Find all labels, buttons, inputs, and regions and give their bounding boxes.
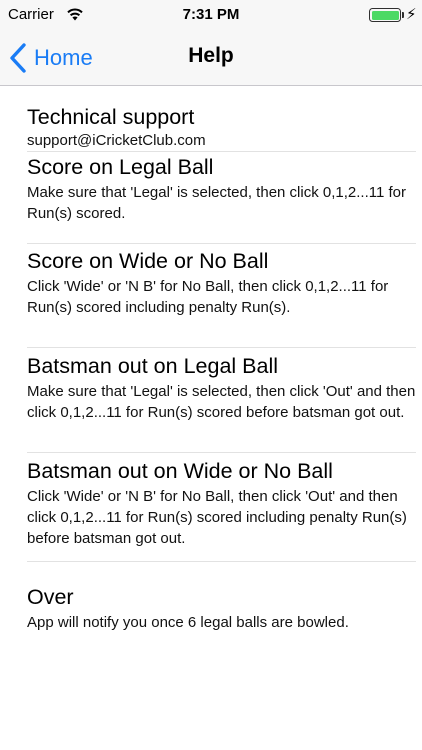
section-body: App will notify you once 6 legal balls a… [27,614,349,631]
section-title: Batsman out on Legal Ball [27,354,278,378]
status-bar: Carrier 7:31 PM ⚡ [0,0,422,30]
section-body: Click 'Wide' or 'N B' for No Ball, then … [27,278,389,316]
navigation-bar: Home Help [0,30,422,86]
section-body: Make sure that 'Legal' is selected, then… [27,383,416,421]
help-section-score-legal: Score on Legal Ball Make sure that 'Lega… [27,154,416,244]
section-title: Batsman out on Wide or No Ball [27,459,333,483]
section-title: Technical support [27,105,195,129]
battery-fill [371,10,399,20]
battery-icon [369,8,401,22]
section-title: Score on Legal Ball [27,155,214,179]
support-email-link[interactable]: support@iCricketClub.com [27,130,416,151]
battery-nub [402,12,404,18]
help-section-over: Over App will notify you once 6 legal ba… [27,584,416,636]
section-title: Over [27,585,74,609]
status-time: 7:31 PM [182,6,240,23]
section-body: Click 'Wide' or 'N B' for No Ball, then … [27,488,407,547]
section-title: Score on Wide or No Ball [27,249,269,273]
help-section-out-legal: Batsman out on Legal Ball Make sure that… [27,353,416,453]
help-section-technical-support: Technical support support@iCricketClub.c… [27,104,416,152]
charging-bolt-icon: ⚡ [406,5,417,23]
page-title: Help [188,44,234,67]
help-section-out-wide: Batsman out on Wide or No Ball Click 'Wi… [27,458,416,562]
section-body: Make sure that 'Legal' is selected, then… [27,184,406,222]
help-section-score-wide: Score on Wide or No Ball Click 'Wide' or… [27,248,416,348]
